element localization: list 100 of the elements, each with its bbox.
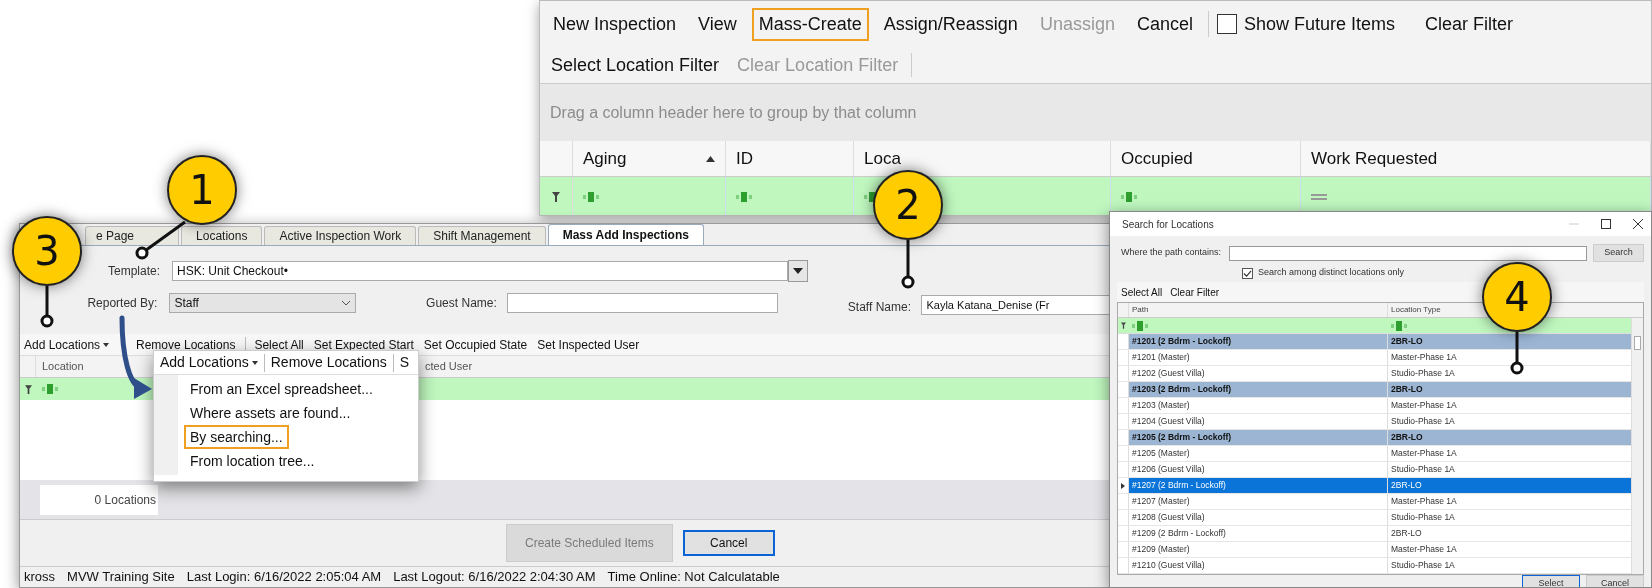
status-text: Time Online: Not Calculatable xyxy=(607,568,780,587)
toolbar-button[interactable]: New Inspection xyxy=(546,7,684,41)
checkbox-label: Show Future Items xyxy=(1243,12,1396,36)
table-cell: #1209 (Master) xyxy=(1129,542,1388,557)
caret-icon xyxy=(251,360,258,365)
table-row[interactable]: #1203 (Master) Master-Phase 1A xyxy=(1118,398,1631,414)
status-text: Last Logout: 6/16/2022 2:04:30 AM xyxy=(393,568,596,587)
menu-item[interactable]: From location tree... xyxy=(184,449,321,473)
table-cell: #1205 (Master) xyxy=(1129,446,1388,461)
field-label: Where the path contains: xyxy=(1120,246,1223,260)
toolbar-button[interactable]: Select All xyxy=(254,335,304,354)
table-cell: #1206 (Guest Villa) xyxy=(1129,462,1388,477)
table-row[interactable]: #1210 (Guest Villa) Studio-Phase 1A xyxy=(1118,558,1631,574)
toolbar-button[interactable]: Add Locations xyxy=(154,352,264,373)
list-filter-icon xyxy=(1311,194,1327,200)
toolbar-button[interactable]: Set Expected Start xyxy=(313,335,414,354)
group-hint: Drag a column header here to group by that column xyxy=(550,102,917,123)
reported-by-select[interactable]: Staff xyxy=(169,293,357,313)
dialog-button[interactable]: Cancel xyxy=(682,530,775,556)
table-row[interactable]: #1205 (2 Bdrm - Lockoff) 2BR-LO xyxy=(1118,430,1631,446)
toolbar-button[interactable]: Cancel xyxy=(1129,7,1200,41)
column-header[interactable]: Path xyxy=(1129,303,1388,317)
tab[interactable]: Shift Management xyxy=(418,226,546,245)
dialog-button[interactable]: Select xyxy=(1522,575,1580,587)
toolbar-button[interactable]: Remove Locations xyxy=(136,335,236,354)
menu-item[interactable]: From an Excel spreadsheet... xyxy=(184,377,379,401)
callout-badge: 1 xyxy=(167,155,237,225)
tab[interactable]: Locations xyxy=(181,226,263,245)
table-row[interactable]: #1205 (Master) Master-Phase 1A xyxy=(1118,446,1631,462)
table-row[interactable]: #1209 (Master) Master-Phase 1A xyxy=(1118,542,1631,558)
toolbar-button[interactable]: Clear Filter xyxy=(1170,284,1220,300)
filter-icon xyxy=(1391,320,1407,331)
table-row[interactable]: #1204 (Guest Villa) Studio-Phase 1A xyxy=(1118,414,1631,430)
checkbox-label: Search among distinct locations only xyxy=(1258,266,1405,280)
callout-badge: 3 xyxy=(12,216,82,286)
checkbox[interactable] xyxy=(1216,14,1237,34)
clear-filter-button[interactable]: Clear Filter xyxy=(1421,10,1518,38)
table-row[interactable]: #1203 (2 Bdrm - Lockoff) 2BR-LO xyxy=(1118,382,1631,398)
leader-line xyxy=(40,286,54,328)
table-cell: #1203 (Master) xyxy=(1129,398,1388,413)
sort-icon xyxy=(706,155,715,162)
column-header[interactable]: Occupied xyxy=(1111,141,1301,176)
table-row[interactable]: #1207 (Master) Master-Phase 1A xyxy=(1118,494,1631,510)
row-pointer-icon xyxy=(1121,482,1125,489)
filter-icon xyxy=(736,192,752,202)
table-cell: #1210 (Guest Villa) xyxy=(1129,558,1388,573)
menu-item[interactable]: By searching... xyxy=(184,425,289,449)
table-cell: 2BR-LO xyxy=(1388,334,1631,349)
tab[interactable]: e Page xyxy=(85,226,180,245)
maximize-icon[interactable] xyxy=(1601,219,1611,229)
tab[interactable]: Mass Add Inspections xyxy=(547,224,704,245)
column-header[interactable]: Work Requested xyxy=(1301,141,1651,176)
toolbar-button[interactable]: Select Location Filter xyxy=(546,51,725,79)
path-field[interactable] xyxy=(1228,245,1588,261)
toolbar-button[interactable]: Remove Locations xyxy=(264,352,393,373)
table-cell: #1205 (2 Bdrm - Lockoff) xyxy=(1129,430,1388,445)
toolbar-button[interactable]: S xyxy=(393,352,416,373)
toolbar-button[interactable]: Add Locations xyxy=(24,335,116,354)
table-cell: #1202 (Guest Villa) xyxy=(1129,366,1388,381)
toolbar-button[interactable]: Set Occupied State xyxy=(423,335,528,354)
toolbar-button[interactable]: Set Inspected User xyxy=(537,335,640,354)
dialog-button[interactable]: Cancel xyxy=(1586,575,1644,587)
status-text: Last Login: 6/16/2022 2:05:04 AM xyxy=(186,568,382,587)
status-text: kross xyxy=(24,568,56,587)
toolbar-button[interactable]: Assign/Reassign xyxy=(876,7,1025,41)
table-row[interactable]: #1201 (Master) Master-Phase 1A xyxy=(1118,350,1631,366)
table-row[interactable]: #1201 (2 Bdrm - Lockoff) 2BR-LO xyxy=(1118,334,1631,350)
close-icon[interactable] xyxy=(1633,219,1643,229)
checkbox[interactable] xyxy=(1242,267,1253,279)
scrollbar[interactable] xyxy=(1631,318,1643,574)
toolbar-button[interactable]: Select All xyxy=(1121,284,1163,300)
table-row[interactable]: #1208 (Guest Villa) Studio-Phase 1A xyxy=(1118,510,1631,526)
filter-icon xyxy=(1121,192,1137,202)
filter-icon xyxy=(42,384,58,394)
toolbar-button[interactable]: View xyxy=(691,7,744,41)
table-row[interactable]: #1206 (Guest Villa) Studio-Phase 1A xyxy=(1118,462,1631,478)
table-cell: #1207 (Master) xyxy=(1129,494,1388,509)
location-count: 0 Locations xyxy=(40,484,158,515)
table-row[interactable]: #1202 (Guest Villa) Studio-Phase 1A xyxy=(1118,366,1631,382)
tab[interactable]: Active Inspection Work xyxy=(264,226,417,245)
table-cell: #1203 (2 Bdrm - Lockoff) xyxy=(1129,382,1388,397)
table-cell: 2BR-LO xyxy=(1388,478,1631,493)
menu-item[interactable]: Where assets are found... xyxy=(184,401,357,425)
template-field[interactable]: HSK: Unit Checkout• xyxy=(172,261,788,281)
dropdown-button[interactable] xyxy=(788,260,808,282)
table-cell: #1208 (Guest Villa) xyxy=(1129,510,1388,525)
table-cell: #1204 (Guest Villa) xyxy=(1129,414,1388,429)
guest-name-field[interactable] xyxy=(506,293,778,313)
column-header[interactable]: cted User xyxy=(421,358,473,375)
column-header[interactable]: ID xyxy=(726,141,854,176)
column-header[interactable]: Aging xyxy=(573,141,726,176)
table-cell: #1209 (2 Bdrm - Lockoff) xyxy=(1129,526,1388,541)
chevron-icon xyxy=(341,300,352,306)
table-row[interactable]: #1209 (2 Bdrm - Lockoff) 2BR-LO xyxy=(1118,526,1631,542)
search-button[interactable]: Search xyxy=(1593,244,1644,262)
leader-line xyxy=(901,240,915,289)
table-cell: #1201 (Master) xyxy=(1129,350,1388,365)
table-cell: #1201 (2 Bdrm - Lockoff) xyxy=(1129,334,1388,349)
table-row[interactable]: #1207 (2 Bdrm - Lockoff) 2BR-LO xyxy=(1118,478,1631,494)
toolbar-button[interactable]: Mass-Create xyxy=(751,7,869,41)
